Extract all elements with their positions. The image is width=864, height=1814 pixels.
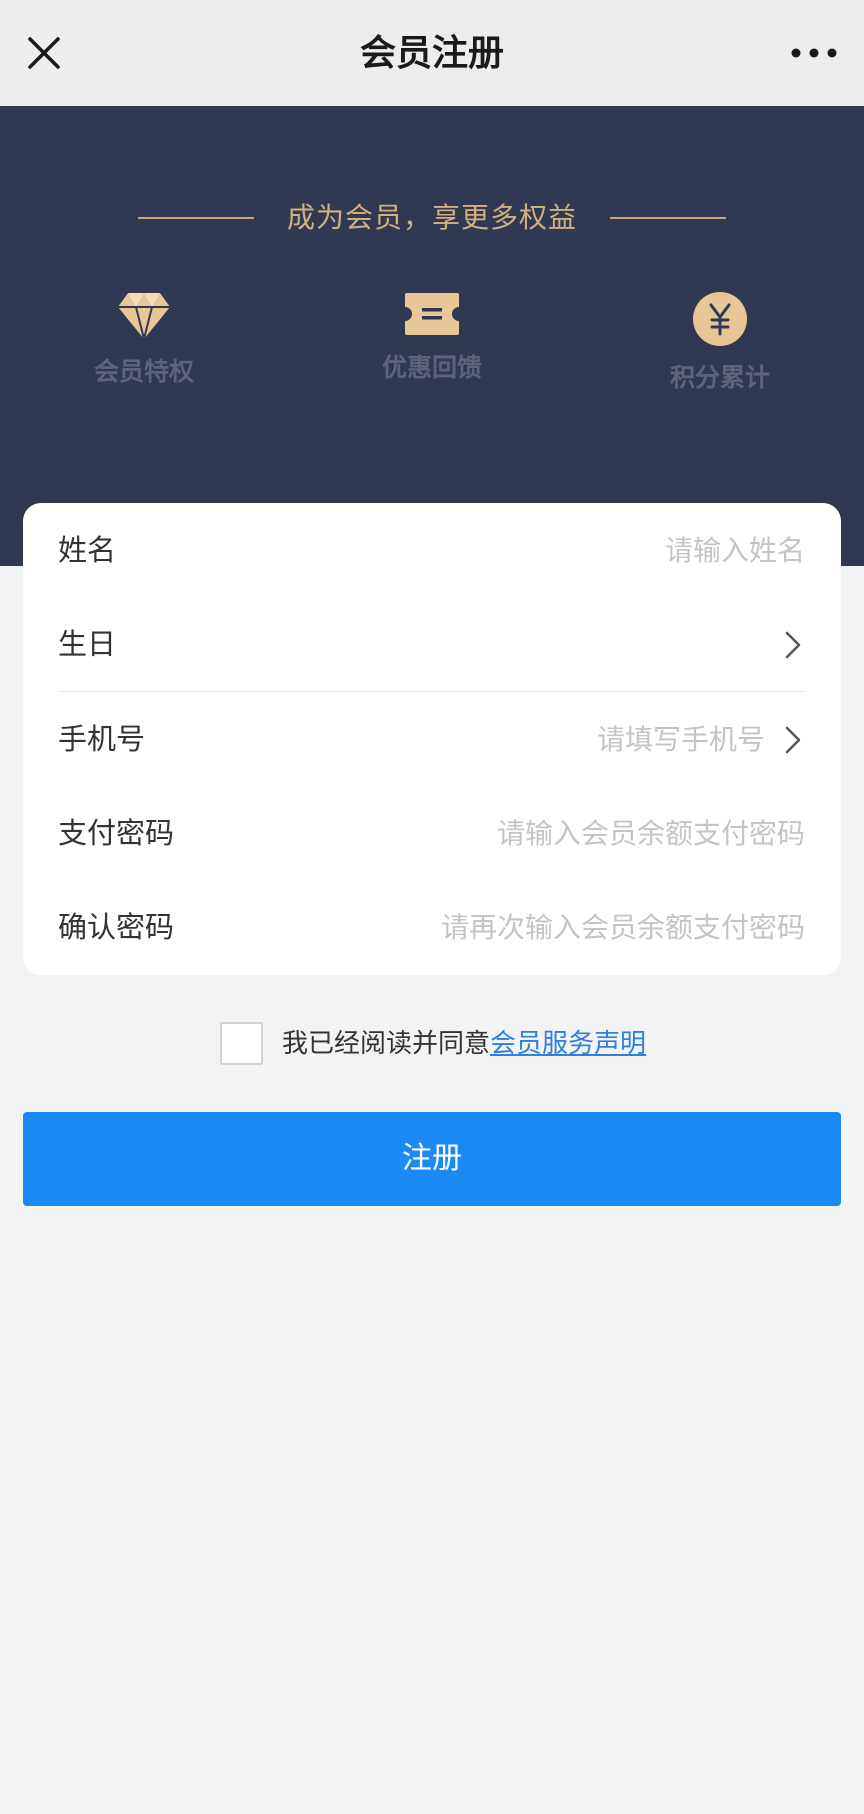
agreement-text: 我已经阅读并同意会员服务声明: [282, 1026, 646, 1062]
benefits-title: 成为会员，享更多权益: [286, 201, 577, 234]
yuan-coin-icon: [693, 292, 747, 346]
field-label: 手机号: [58, 722, 146, 756]
perk-label: 积分累计: [669, 363, 770, 392]
field-pay-password[interactable]: 支付密码: [23, 786, 841, 880]
phone-input[interactable]: [365, 714, 765, 764]
chevron-right-icon[interactable]: [783, 630, 803, 660]
member-benefits-banner: 成为会员，享更多权益 会员特权 优惠回馈 积分累计: [0, 106, 864, 566]
name-input[interactable]: [325, 525, 805, 575]
field-label: 确认密码: [58, 910, 175, 944]
nav-bar: 会员注册: [0, 0, 864, 106]
service-terms-link[interactable]: 会员服务声明: [490, 1029, 646, 1059]
field-confirm-password[interactable]: 确认密码: [23, 880, 841, 974]
pay-password-input[interactable]: [325, 808, 805, 858]
field-label: 生日: [58, 627, 117, 661]
decorative-line-right: [610, 217, 726, 219]
field-birthday[interactable]: 生日: [23, 597, 841, 691]
agreement-row: 我已经阅读并同意会员服务声明: [0, 1022, 864, 1066]
registration-form: 姓名 生日 手机号 支付密码 确认密码: [23, 503, 841, 975]
perk-member-privilege: 会员特权: [44, 291, 244, 389]
register-button[interactable]: 注册: [23, 1112, 841, 1206]
page-title: 会员注册: [359, 33, 504, 74]
perk-label: 优惠回馈: [381, 353, 482, 382]
agree-checkbox[interactable]: [220, 1022, 263, 1065]
diamond-icon: [118, 293, 170, 340]
chevron-right-icon[interactable]: [783, 725, 803, 755]
field-label: 支付密码: [58, 816, 175, 850]
confirm-password-input[interactable]: [325, 902, 805, 952]
perk-label: 会员特权: [93, 357, 194, 386]
more-dots-icon[interactable]: [786, 38, 842, 68]
perk-discount-rebate: 优惠回馈: [332, 291, 532, 385]
coupon-ticket-icon: [405, 293, 459, 335]
field-label: 姓名: [58, 533, 117, 567]
perk-points-accumulate: 积分累计: [620, 291, 820, 395]
agreement-prefix: 我已经阅读并同意: [282, 1029, 491, 1059]
field-name[interactable]: 姓名: [23, 503, 841, 597]
field-phone[interactable]: 手机号: [23, 692, 841, 786]
